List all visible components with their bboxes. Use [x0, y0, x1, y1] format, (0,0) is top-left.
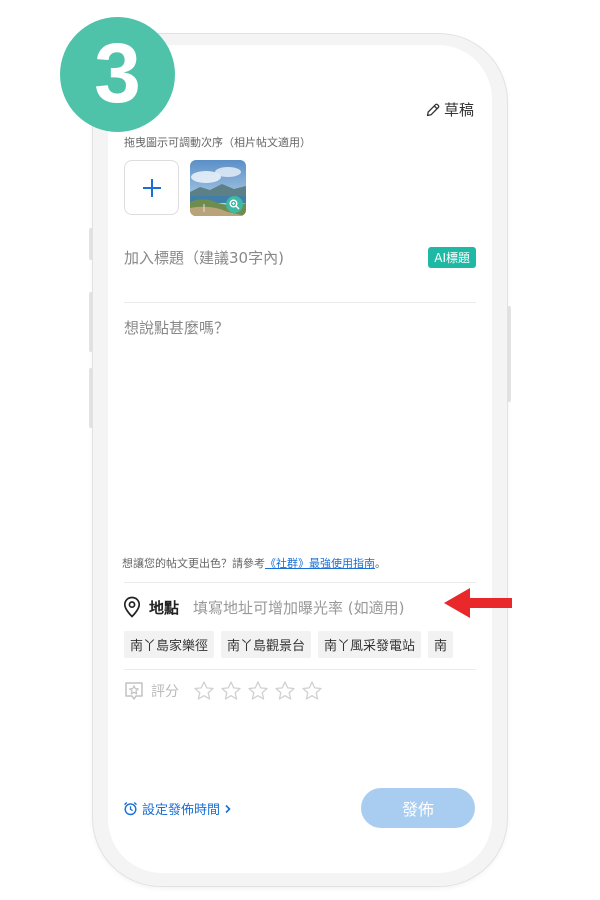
schedule-publish-link[interactable]: 設定發佈時間 [123, 799, 232, 818]
star-icon[interactable] [193, 680, 215, 702]
guide-link[interactable]: 《社群》最強使用指南 [265, 557, 375, 570]
star-icon[interactable] [247, 680, 269, 702]
photo-thumbnail[interactable] [190, 160, 246, 216]
title-divider [124, 302, 476, 303]
location-pin-icon [123, 596, 141, 618]
guide-prefix: 想讓您的帖文更出色？請參考 [122, 557, 265, 570]
suggested-location-chips: 南丫島家樂徑 南丫島觀景台 南丫風采發電站 南 [124, 631, 454, 658]
red-arrow-pointer-icon [444, 588, 512, 618]
zoom-in-icon[interactable] [226, 196, 243, 213]
location-label: 地點 [149, 598, 180, 617]
star-icon[interactable] [301, 680, 323, 702]
plus-icon [142, 178, 161, 197]
publish-button[interactable]: 發佈 [361, 788, 475, 828]
rating-label: 評分 [151, 684, 179, 700]
post-title-input[interactable]: 加入標題（建議30字內) [124, 247, 284, 268]
step-number: 3 [94, 25, 141, 120]
alarm-clock-icon [124, 801, 137, 816]
rating-row: 評分 [123, 680, 328, 702]
post-editor-screen: 草稿 拖曳圖示可調動次序（相片帖文適用） 加入標題（建議30字內) AI標題 想… [108, 45, 492, 873]
guide-note: 想讓您的帖文更出色？請參考《社群》最強使用指南。 [122, 555, 386, 571]
chevron-right-icon [225, 804, 231, 813]
draft-label: 草稿 [443, 101, 474, 119]
photo-reorder-hint: 拖曳圖示可調動次序（相片帖文適用） [124, 136, 311, 149]
post-content-input[interactable]: 想說點甚麼嗎？ [124, 317, 229, 338]
star-icon[interactable] [274, 680, 296, 702]
guide-suffix: 。 [375, 557, 386, 570]
phone-side-button-power [507, 306, 511, 402]
step-number-badge: 3 [60, 17, 175, 132]
location-chip[interactable]: 南丫風采發電站 [318, 631, 422, 658]
location-row[interactable]: 地點 填寫地址可增加曝光率 (如適用) [123, 595, 405, 619]
draft-button[interactable]: 草稿 [425, 99, 474, 120]
ai-title-button[interactable]: AI標題 [428, 247, 476, 268]
rating-badge-icon [125, 682, 143, 700]
location-input[interactable]: 填寫地址可增加曝光率 (如適用) [193, 597, 404, 618]
location-divider [124, 669, 476, 670]
location-chip[interactable]: 南丫島家樂徑 [124, 631, 215, 658]
add-photo-button[interactable] [124, 160, 179, 215]
location-chip[interactable]: 南 [428, 631, 454, 658]
draft-edit-icon [426, 103, 440, 116]
schedule-label: 設定發佈時間 [142, 803, 221, 818]
star-icon[interactable] [220, 680, 242, 702]
location-chip[interactable]: 南丫島觀景台 [221, 631, 312, 658]
guide-divider [124, 582, 476, 583]
